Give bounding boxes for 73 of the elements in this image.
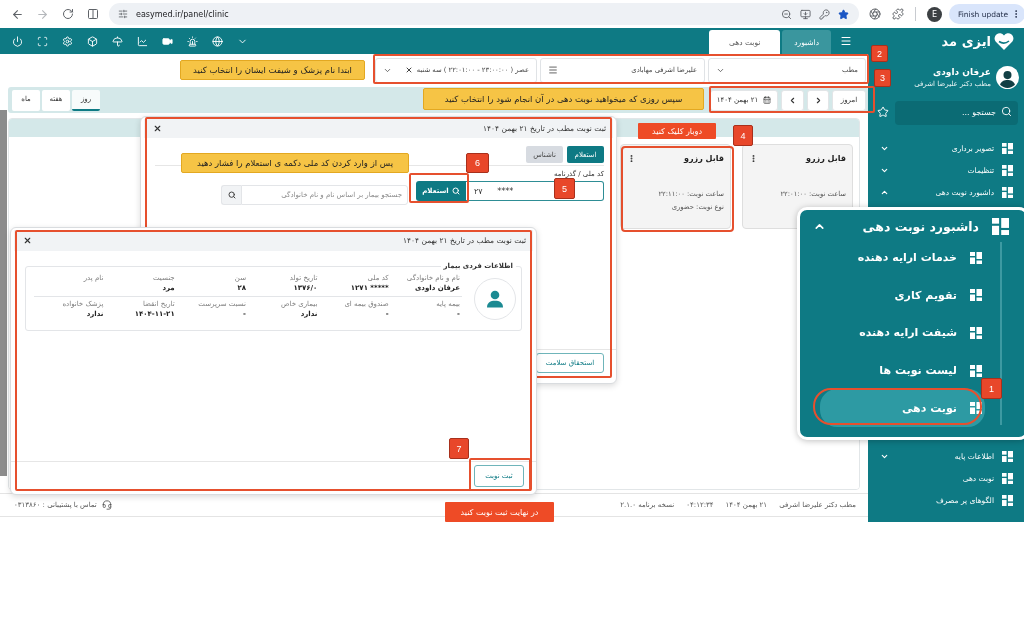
- instruction-note: پس از وارد کردن کد ملی دکمه ی استعلام را فشار دهید: [181, 153, 409, 173]
- highlight-frame: [409, 173, 469, 203]
- grid-icon: [970, 364, 982, 377]
- grid-icon: [1002, 164, 1013, 176]
- install-icon[interactable]: [800, 8, 811, 20]
- puzzle-icon[interactable]: [892, 8, 904, 20]
- more-icon[interactable]: [749, 154, 758, 163]
- search-button[interactable]: [221, 185, 241, 205]
- search-field[interactable]: جستجو ...: [895, 100, 1018, 125]
- step-badge: 6: [466, 153, 489, 173]
- star-icon[interactable]: [838, 8, 849, 20]
- alarm-light-icon[interactable]: [187, 35, 198, 47]
- instruction-label: در نهایت ثبت نوبت کنید: [445, 502, 554, 522]
- chevron-left-icon: [788, 95, 797, 105]
- grid-icon: [970, 402, 982, 415]
- grid-icon: [1002, 494, 1013, 506]
- step-badge: 1: [981, 378, 1002, 399]
- instruction-note: سپس روزی که میخواهید نوبت دهی در آن انجام شود را انتخاب کنید: [423, 88, 704, 110]
- step-badge: 2: [871, 45, 888, 62]
- avatar-icon: [474, 277, 516, 320]
- fullscreen-icon[interactable]: [37, 35, 48, 47]
- grid-icon: [991, 217, 1010, 235]
- avatar-icon: [996, 65, 1019, 89]
- extension-icon[interactable]: [869, 8, 881, 20]
- step-badge: 4: [733, 125, 753, 146]
- grid-icon: [1002, 450, 1013, 462]
- scrollbar[interactable]: [0, 110, 7, 476]
- grid-icon: [1002, 472, 1013, 484]
- menu-item[interactable]: خدمات ارایه دهنده: [820, 239, 985, 277]
- menu-item[interactable]: تقویم کاری: [820, 276, 985, 315]
- clear-icon[interactable]: [404, 66, 413, 74]
- search-icon: [1001, 106, 1012, 117]
- menu-icon: [548, 65, 558, 75]
- settings-icon[interactable]: [62, 35, 73, 47]
- globe-icon[interactable]: [212, 35, 223, 47]
- address-bar[interactable]: easymed.ir/panel/clinic: [109, 3, 859, 25]
- step-badge: 7: [449, 438, 469, 459]
- site-settings-icon[interactable]: [118, 9, 128, 19]
- menu-icon[interactable]: [840, 35, 852, 47]
- more-icon[interactable]: [627, 154, 636, 163]
- url-text: easymed.ir/panel/clinic: [136, 9, 229, 19]
- heart-logo-icon: [994, 32, 1014, 50]
- profile-button[interactable]: E: [927, 6, 942, 22]
- step-badge: 3: [874, 69, 891, 87]
- close-icon[interactable]: [153, 124, 162, 133]
- power-icon[interactable]: [12, 35, 23, 47]
- grid-icon: [1002, 186, 1013, 198]
- search-icon: [227, 191, 236, 199]
- headset-icon: [101, 500, 112, 510]
- slot-title: قابل رزرو: [806, 154, 846, 163]
- grid-icon: [970, 289, 982, 302]
- grid-icon: [970, 327, 982, 339]
- zoom-icon[interactable]: [781, 8, 792, 20]
- umbrella-icon[interactable]: [112, 35, 123, 47]
- video-icon[interactable]: [162, 35, 173, 47]
- instruction-note: ابتدا نام پزشک و شیفت ایشان را انتخاب کنید: [180, 60, 365, 80]
- close-icon[interactable]: [23, 236, 32, 245]
- user-name: عرفان داودی: [932, 66, 991, 77]
- split-view-icon[interactable]: [86, 8, 99, 20]
- grid-icon: [970, 251, 982, 264]
- instruction-label: دوبار کلیک کنید: [638, 123, 716, 139]
- logo-text: ایزی مد: [941, 33, 991, 49]
- step-badge: 5: [554, 178, 575, 199]
- menu-item[interactable]: شیفت ارایه دهنده: [820, 314, 985, 352]
- cube-icon[interactable]: [87, 35, 98, 47]
- slot-title: قابل رزرو: [684, 154, 724, 163]
- reload-icon[interactable]: [61, 8, 74, 20]
- calendar-icon: [763, 96, 772, 104]
- grid-icon: [1002, 142, 1013, 154]
- search-icon: [451, 187, 460, 195]
- key-icon[interactable]: [819, 8, 830, 20]
- chart-icon[interactable]: [137, 35, 148, 47]
- back-icon[interactable]: [11, 7, 24, 21]
